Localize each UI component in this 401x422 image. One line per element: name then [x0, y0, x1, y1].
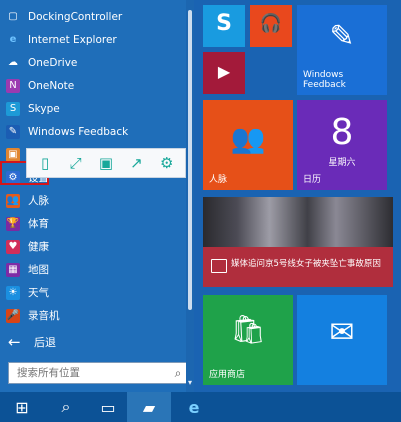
app-toolbar: ▯ ⤢ ▣ ↗ ⚙ [26, 148, 186, 178]
skype-icon: S [216, 11, 232, 36]
internet-explorer-icon: e [9, 34, 17, 45]
people-icon: 👥 [230, 122, 266, 155]
app-icon: ▣ [6, 147, 20, 162]
all-apps-panel: ▢ DockingController e Internet Explorer … [0, 0, 192, 392]
back-arrow-icon: ← [8, 333, 21, 351]
app-label: 健康 [28, 241, 49, 253]
back-button[interactable]: ← 后退 [8, 334, 56, 350]
app-item-weather[interactable]: ☀ 天气 [0, 281, 186, 304]
app-label: Skype [28, 102, 60, 115]
people-icon: 👥 [6, 193, 20, 208]
tile-news[interactable]: 媒体追问京5号线女子被夹坠亡事故原因 [203, 197, 393, 287]
app-label: Windows Feedback [28, 125, 129, 138]
skype-icon: S [6, 101, 20, 116]
search-taskbar-icon[interactable]: ⌕ [44, 392, 88, 422]
map-icon: ▦ [6, 262, 20, 277]
trophy-icon: 🏆 [6, 216, 20, 231]
mail-icon: ✉ [329, 315, 355, 350]
feedback-icon: ✎ [329, 19, 355, 54]
store-icon: 🛍 [230, 313, 266, 346]
tile-windows-feedback[interactable]: ✎ Windows Feedback [297, 5, 387, 95]
save-icon[interactable]: ▣ [96, 153, 116, 173]
calendar-day: 8 [330, 112, 354, 153]
tile-music[interactable]: 🎧 [250, 5, 292, 47]
cloud-icon: ☁ [8, 57, 18, 68]
tile-people[interactable]: 👥 人脉 [203, 100, 293, 190]
app-item-maps[interactable]: ▦ 地图 [0, 258, 186, 281]
gear-icon[interactable]: ⚙ [157, 153, 177, 173]
internet-explorer-taskbar-icon[interactable]: e [172, 392, 216, 422]
expand-icon[interactable]: ⤢ [66, 153, 86, 173]
tile-video[interactable]: ▶ [203, 52, 245, 94]
tile-label: 应用商店 [209, 370, 246, 381]
tile-label: Windows Feedback [303, 70, 346, 91]
sun-icon: ☀ [6, 285, 20, 300]
news-icon [211, 259, 227, 273]
share-icon[interactable]: ↗ [126, 153, 146, 173]
app-item-onenote[interactable]: N OneNote [0, 74, 186, 97]
calendar-weekday: 星期六 [328, 158, 356, 168]
scroll-thumb[interactable] [188, 10, 192, 310]
search-box[interactable]: ⌕ [8, 362, 192, 384]
feedback-icon: ✎ [6, 124, 20, 139]
app-item-sports[interactable]: 🏆 体育 [0, 212, 186, 235]
tile-store[interactable]: 🛍 应用商店 [203, 295, 293, 385]
taskbar: ⊞ ⌕ ▭ ▰ e [0, 392, 401, 422]
scroll-down-icon[interactable]: ▾ [186, 378, 194, 388]
scrollbar[interactable]: ▾ [186, 0, 194, 392]
news-headline: 媒体追问京5号线女子被夹坠亡事故原因 [231, 259, 381, 269]
heart-icon: ♥ [6, 239, 20, 254]
mic-icon: 🎤 [6, 308, 20, 323]
app-label: 地图 [28, 264, 49, 276]
tile-label: 人脉 [209, 175, 228, 186]
file-explorer-icon[interactable]: ▰ [127, 392, 171, 422]
app-item-windows-feedback[interactable]: ✎ Windows Feedback [0, 120, 186, 143]
app-label: 人脉 [28, 195, 49, 207]
tile-skype[interactable]: S [203, 5, 245, 47]
app-item-dockingcontroller[interactable]: ▢ DockingController [0, 5, 186, 28]
tablet-icon[interactable]: ▯ [35, 153, 55, 173]
app-item-internet-explorer[interactable]: e Internet Explorer [0, 28, 186, 51]
app-label: 录音机 [28, 310, 60, 322]
tile-calendar[interactable]: 8 星期六 日历 [297, 100, 387, 190]
app-item-onedrive[interactable]: ☁ OneDrive [0, 51, 186, 74]
start-button[interactable]: ⊞ [0, 392, 44, 422]
app-item-skype[interactable]: S Skype [0, 97, 186, 120]
app-label: DockingController [28, 10, 123, 23]
tile-grid: S 🎧 ▶ ✎ Windows Feedback 👥 人脉 8 星期六 日历 媒… [203, 5, 393, 393]
start-menu: ▢ DockingController e Internet Explorer … [0, 0, 401, 392]
app-item-people[interactable]: 👥 人脉 [0, 189, 186, 212]
app-label: OneDrive [28, 56, 78, 69]
tile-label: 日历 [303, 175, 322, 186]
app-item-health[interactable]: ♥ 健康 [0, 235, 186, 258]
app-item-recorder[interactable]: 🎤 录音机 [0, 304, 186, 327]
search-icon[interactable]: ⌕ [169, 364, 187, 382]
app-label: 天气 [28, 287, 49, 299]
headphones-icon: 🎧 [259, 13, 283, 34]
app-icon: ▢ [6, 9, 20, 24]
task-view-icon[interactable]: ▭ [86, 392, 130, 422]
app-label: Internet Explorer [28, 33, 117, 46]
video-icon: ▶ [217, 62, 231, 81]
search-input[interactable] [9, 366, 169, 380]
app-label: 体育 [28, 218, 49, 230]
tile-mail[interactable]: ✉ [297, 295, 387, 385]
app-label: OneNote [28, 79, 75, 92]
back-label: 后退 [34, 336, 56, 349]
onenote-icon: N [6, 78, 20, 93]
news-photo [203, 197, 393, 247]
